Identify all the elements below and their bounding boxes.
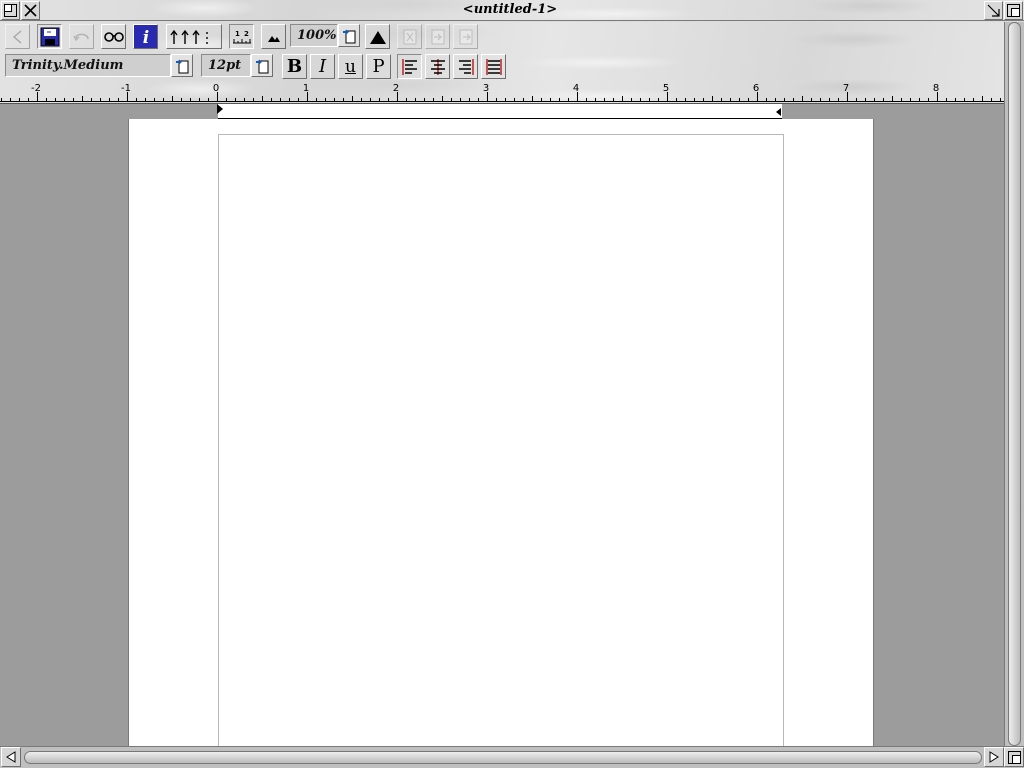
- find-button[interactable]: [101, 24, 126, 49]
- copy-icon: [431, 29, 444, 44]
- tab-stops-icon: [170, 29, 208, 44]
- ruler[interactable]: -2 -1 0 1 2 3 4 5 6 7 8: [0, 80, 1004, 103]
- svg-text:2: 2: [244, 30, 249, 38]
- ruler-label: 0: [213, 83, 219, 94]
- undo-button[interactable]: [69, 24, 94, 49]
- right-margin-marker-icon[interactable]: [775, 108, 785, 122]
- align-justify-icon: [485, 58, 502, 75]
- svg-text:i: i: [142, 28, 148, 47]
- scissors-icon: [403, 29, 416, 44]
- align-centre-button[interactable]: [425, 54, 450, 79]
- binoculars-icon: [103, 31, 124, 42]
- toolbar: i 12 100% Trinity.Medium 12pt B I u P: [0, 22, 1004, 80]
- ruler-label: 7: [843, 83, 849, 94]
- align-justify-button[interactable]: [481, 54, 506, 79]
- ruler-label: 5: [663, 83, 669, 94]
- font-size-menu-button[interactable]: [251, 54, 273, 77]
- ruler-scale: -2 -1 0 1 2 3 4 5 6 7 8: [0, 83, 1004, 102]
- menu-icon: [176, 59, 189, 73]
- ruler-ticks: [0, 92, 1004, 102]
- copy-button[interactable]: [425, 24, 450, 49]
- floppy-disk-icon: [40, 27, 59, 46]
- left-triangle-icon: [6, 751, 16, 763]
- align-centre-icon: [430, 58, 445, 75]
- back-window-button[interactable]: [1, 1, 20, 20]
- menu-icon: [256, 59, 269, 73]
- info-icon: i: [142, 28, 148, 47]
- resize-icon: [1007, 750, 1021, 764]
- italic-button[interactable]: I: [310, 54, 335, 79]
- left-margin-marker-icon[interactable]: [217, 104, 227, 118]
- save-button[interactable]: [37, 24, 62, 49]
- resize-button[interactable]: [1004, 747, 1024, 767]
- zoom-menu-button[interactable]: [338, 24, 360, 47]
- ruler-button[interactable]: 12: [229, 24, 254, 49]
- paste-icon: [459, 29, 472, 44]
- align-right-button[interactable]: [453, 54, 478, 79]
- cut-button[interactable]: [397, 24, 422, 49]
- horizontal-scroll-thumb[interactable]: [24, 751, 982, 764]
- close-icon: [24, 4, 37, 17]
- tabs-button[interactable]: [166, 24, 222, 49]
- align-right-icon: [458, 58, 474, 75]
- small-mountain-icon: [267, 35, 280, 42]
- zoom-out-button[interactable]: [261, 24, 286, 49]
- document-area[interactable]: [0, 103, 1004, 746]
- info-button[interactable]: i: [133, 24, 158, 49]
- horizontal-scrollbar[interactable]: [0, 746, 1024, 768]
- iconise-icon: [987, 4, 1000, 17]
- text-area[interactable]: [218, 134, 784, 746]
- back-window-icon: [4, 4, 17, 17]
- ruler-label: 4: [573, 83, 579, 94]
- svg-text:1: 1: [235, 30, 240, 38]
- font-size-field[interactable]: 12pt: [201, 54, 251, 77]
- margin-markers[interactable]: [217, 104, 785, 122]
- font-name-field[interactable]: Trinity.Medium: [5, 54, 171, 77]
- menu-icon: [343, 29, 356, 43]
- left-arrow-icon: [12, 29, 21, 44]
- paste-button[interactable]: [453, 24, 478, 49]
- align-left-icon: [401, 58, 417, 75]
- right-triangle-icon: [989, 751, 999, 763]
- ruler-label: -2: [31, 83, 41, 94]
- back-button[interactable]: [5, 24, 30, 49]
- window-title[interactable]: <untitled-1>: [40, 1, 980, 20]
- ruler-labels: -2 -1 0 1 2 3 4 5 6 7 8: [31, 83, 939, 94]
- zoom-field[interactable]: 100%: [290, 24, 338, 47]
- zoom-in-button[interactable]: [365, 24, 390, 49]
- ruler-label: 8: [933, 83, 939, 94]
- font-menu-button[interactable]: [171, 54, 193, 77]
- undo-icon: [72, 33, 89, 41]
- title-bar[interactable]: <untitled-1>: [0, 0, 1024, 21]
- underline-button[interactable]: u: [338, 54, 363, 79]
- vertical-scrollbar[interactable]: [1004, 22, 1024, 746]
- ruler-label: 2: [393, 83, 399, 94]
- scroll-left-button[interactable]: [1, 747, 21, 767]
- plain-button[interactable]: P: [366, 54, 391, 79]
- toggle-size-button[interactable]: [1004, 1, 1023, 20]
- ruler-icon: 12: [232, 30, 251, 43]
- align-left-button[interactable]: [397, 54, 422, 79]
- large-mountain-icon: [369, 30, 386, 44]
- ruler-label: 6: [753, 83, 759, 94]
- close-button[interactable]: [21, 1, 40, 20]
- iconise-button[interactable]: [984, 1, 1003, 20]
- ruler-label: 3: [483, 83, 489, 94]
- vertical-scroll-thumb[interactable]: [1008, 22, 1021, 746]
- document-page[interactable]: [128, 119, 874, 746]
- toggle-size-icon: [1007, 4, 1020, 17]
- ruler-label: -1: [121, 83, 131, 94]
- scroll-right-button[interactable]: [984, 747, 1004, 767]
- bold-button[interactable]: B: [282, 54, 307, 79]
- ruler-label: 1: [303, 83, 309, 94]
